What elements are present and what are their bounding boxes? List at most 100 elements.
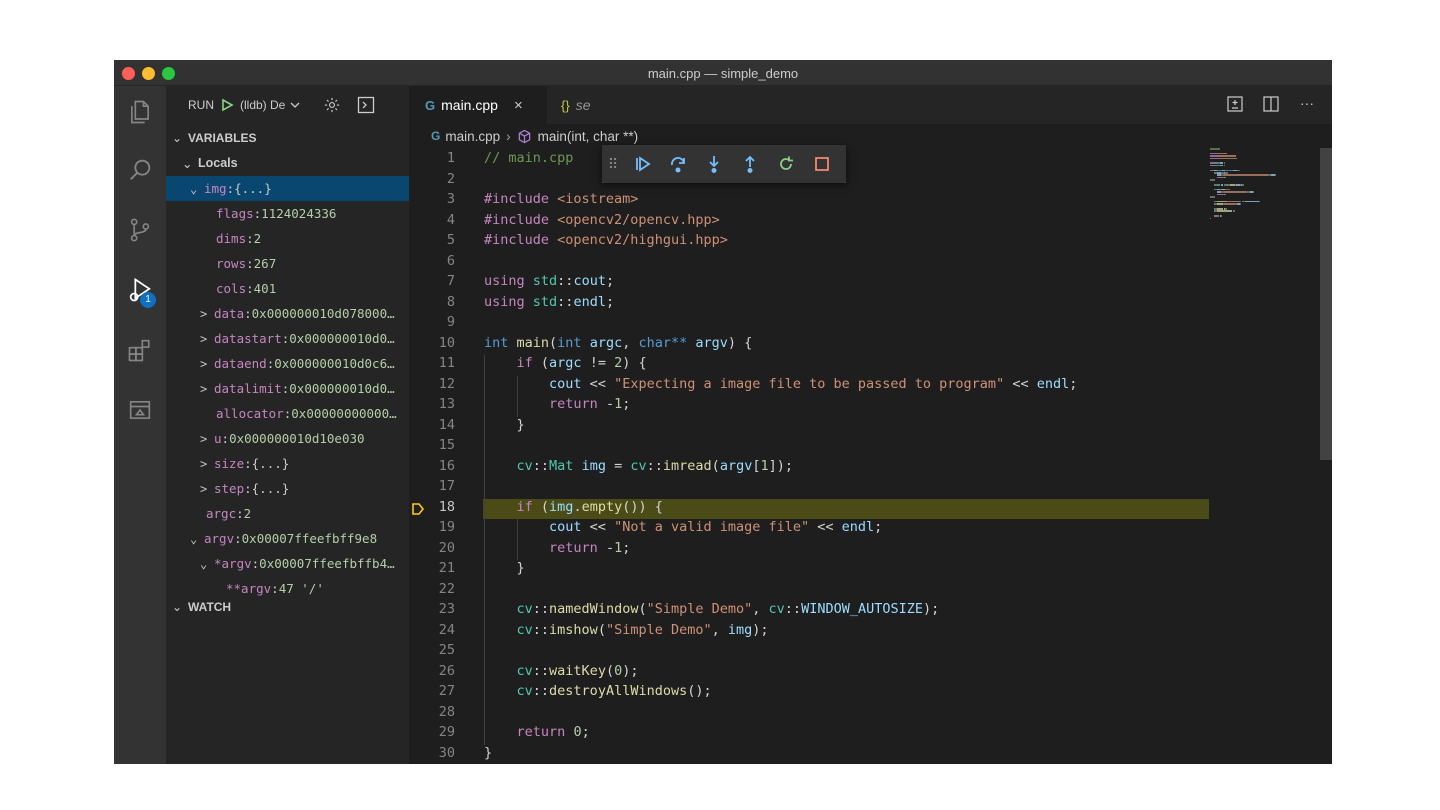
open-launch-json-button[interactable] [323,96,341,114]
watch-section-header[interactable]: ⌄ WATCH [166,595,409,619]
locals-scope[interactable]: ⌄ Locals [166,151,409,175]
chevron-right-icon[interactable]: > [200,457,214,471]
code-line[interactable]: 14 } [409,417,1332,438]
code-token: <opencv2/highgui.hpp> [557,232,728,248]
code-line[interactable]: 5 #include <opencv2/highgui.hpp> [409,232,1332,253]
code-line[interactable]: 28 [409,704,1332,725]
activity-run-debug[interactable]: 1 [114,266,166,314]
code-line[interactable]: 12 cout << "Expecting a image file to be… [409,376,1332,397]
chevron-right-icon[interactable]: > [200,332,214,346]
activity-extensions[interactable] [114,326,166,374]
variable-row[interactable]: > datalimit: 0x000000010d0… [166,376,409,401]
code-line[interactable]: 3 #include <iostream> [409,191,1332,212]
code-line[interactable]: 8 using std::endl; [409,294,1332,315]
code-line[interactable]: 19 cout << "Not a valid image file" << e… [409,519,1332,540]
variable-row[interactable]: cols: 401 [166,276,409,301]
editor-scrollbar[interactable] [1320,148,1332,764]
tab-main-cpp[interactable]: G main.cpp × [409,86,547,124]
chevron-down-icon[interactable]: ⌄ [190,532,204,546]
code-line[interactable]: 29 return 0; [409,724,1332,745]
code-line[interactable]: 24 cv::imshow("Simple Demo", img); [409,622,1332,643]
code-text: cv::imshow("Simple Demo", img); [484,622,769,638]
code-line[interactable]: 7 using std::cout; [409,273,1332,294]
chevron-right-icon[interactable]: > [200,432,214,446]
code-line[interactable]: 26 cv::waitKey(0); [409,663,1332,684]
variable-row[interactable]: > dataend: 0x000000010d0c6… [166,351,409,376]
restart-button[interactable] [768,149,804,179]
start-debugging-button[interactable] [220,98,234,112]
code-line[interactable]: 17 [409,478,1332,499]
variable-row[interactable]: > step: {...} [166,476,409,501]
variable-row[interactable]: dims: 2 [166,226,409,251]
close-icon[interactable]: × [514,97,523,114]
variable-row[interactable]: rows: 267 [166,251,409,276]
drag-handle-icon[interactable]: ⠿ [602,156,624,173]
code-token: cv [516,621,533,638]
code-line[interactable]: 1 // main.cpp [409,150,1332,171]
code-line[interactable]: 22 [409,581,1332,602]
code-line[interactable]: 2 [409,171,1332,192]
chevron-down-icon[interactable]: ⌄ [190,182,204,196]
debug-console-button[interactable] [357,96,375,114]
code-line[interactable]: 11 if (argc != 2) { [409,355,1332,376]
stop-button[interactable] [804,149,840,179]
split-editor-icon [1263,96,1279,112]
scrollbar-thumb[interactable] [1320,148,1332,460]
breadcrumb-file[interactable]: main.cpp [445,129,500,144]
step-out-button[interactable] [732,149,768,179]
code-token: ); [622,662,639,679]
variable-row[interactable]: allocator: 0x00000000000… [166,401,409,426]
restart-icon [780,156,793,170]
code-line[interactable]: 4 #include <opencv2/opencv.hpp> [409,212,1332,233]
variable-row[interactable]: > datastart: 0x000000010d0… [166,326,409,351]
activity-source-control[interactable] [114,206,166,254]
code-token: ; [622,396,631,412]
step-into-button[interactable] [696,149,732,179]
variable-name: data [214,306,245,321]
variable-row[interactable]: > u: 0x000000010d10e030 [166,426,409,451]
continue-button[interactable] [624,149,660,179]
code-line[interactable]: 16 cv::Mat img = cv::imread(argv[1]); [409,458,1332,479]
code-text: } [484,417,525,433]
activity-search[interactable] [114,146,166,194]
variable-row[interactable]: > data: 0x000000010d078000… [166,301,409,326]
code-line[interactable]: 13 return -1; [409,396,1332,417]
chevron-right-icon[interactable]: > [200,482,214,496]
code-line[interactable]: 25 [409,642,1332,663]
chevron-right-icon[interactable]: > [200,307,214,321]
step-over-button[interactable] [660,149,696,179]
debug-config-select[interactable]: (lldb) De [240,98,301,112]
activity-explorer[interactable] [114,88,166,136]
minimap-mark [1225,188,1230,191]
variable-row[interactable]: ⌄ argv: 0x00007ffeefbff9e8 [166,526,409,551]
variables-section-header[interactable]: ⌄ VARIABLES [166,126,409,150]
variable-row[interactable]: flags: 1124024336 [166,201,409,226]
breadcrumb-symbol[interactable]: main(int, char **) [538,129,639,144]
code-line[interactable]: 20 return -1; [409,540,1332,561]
variable-row[interactable]: > size: {...} [166,451,409,476]
variable-row[interactable]: ⌄ *argv: 0x00007ffeefbffb4… [166,551,409,576]
chevron-right-icon[interactable]: > [200,382,214,396]
minimap[interactable] [1204,148,1314,764]
more-actions-icon: ··· [1300,95,1314,111]
more-actions-button[interactable]: ··· [1289,95,1325,113]
chevron-right-icon[interactable]: > [200,357,214,371]
breadcrumb: G main.cpp › main(int, char **) [409,124,1332,148]
code-line[interactable]: 30} [409,745,1332,765]
chevron-down-icon[interactable]: ⌄ [200,557,214,571]
code-line[interactable]: 21 } [409,560,1332,581]
split-editor-button[interactable] [1253,95,1289,113]
code-line[interactable]: 6 [409,253,1332,274]
code-line[interactable]: 10 int main(int argc, char** argv) { [409,335,1332,356]
code-line[interactable]: 9 [409,314,1332,335]
code-line[interactable]: 23 cv::namedWindow("Simple Demo", cv::WI… [409,601,1332,622]
variable-row[interactable]: ⌄ img: {...} [166,176,409,201]
code-line[interactable]: 27 cv::destroyAllWindows(); [409,683,1332,704]
activity-remote-explorer[interactable] [114,386,166,434]
open-changes-button[interactable] [1217,95,1253,113]
code-line[interactable]: 18 if (img.empty()) { [409,499,1332,520]
code-line[interactable]: 15 [409,437,1332,458]
variable-row[interactable]: argc: 2 [166,501,409,526]
variable-name: dataend [214,356,267,371]
tab-settings-json[interactable]: {} se [547,86,607,124]
